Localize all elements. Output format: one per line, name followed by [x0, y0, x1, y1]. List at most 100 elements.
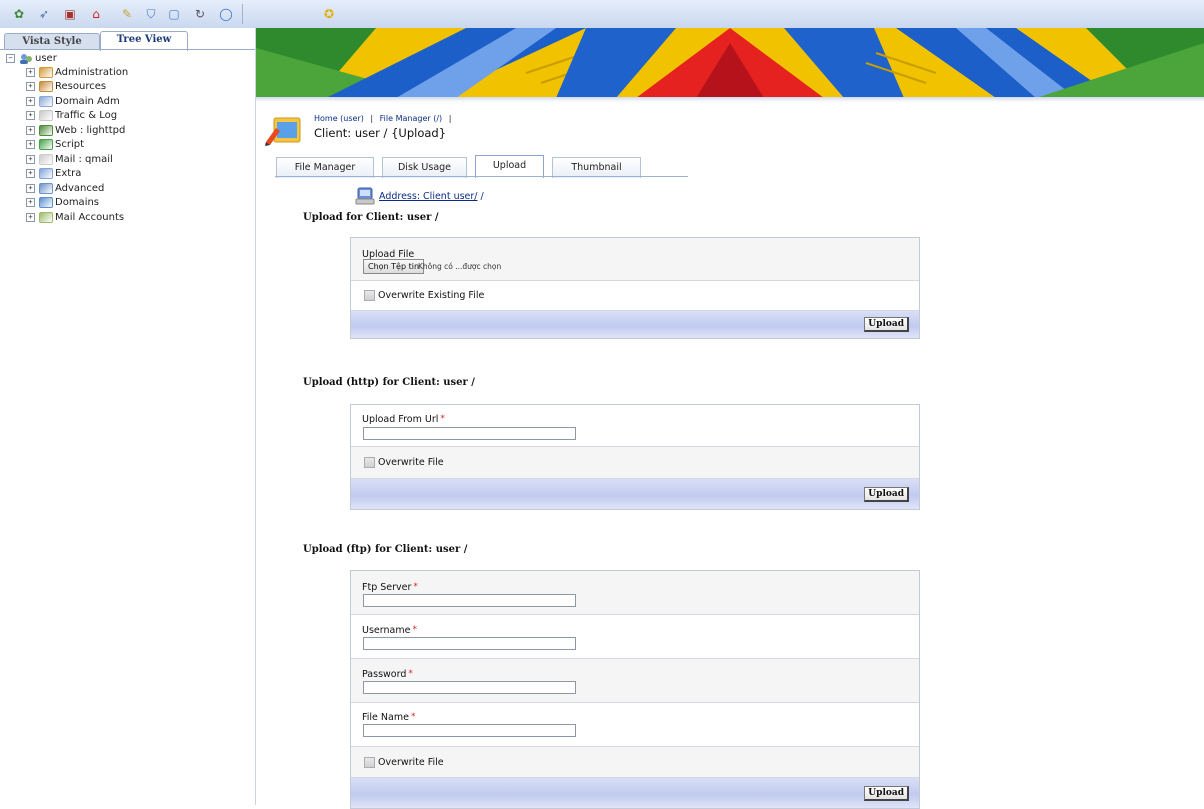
upload-url-label: Upload From Url * — [362, 414, 445, 425]
expand-icon[interactable]: + — [26, 125, 35, 135]
lock-icon[interactable]: ▣ — [61, 5, 79, 23]
advanced-icon — [39, 182, 53, 194]
breadcrumb-links: Home (user) | File Manager (/) | — [314, 114, 451, 123]
expand-icon[interactable]: + — [26, 154, 35, 164]
sidebar-item[interactable]: + Script — [6, 138, 251, 153]
overwrite-ftp-row: Overwrite File — [351, 747, 919, 778]
upload-http-submit-row: Upload — [351, 479, 919, 509]
ftp-server-label: Ftp Server * — [362, 582, 418, 593]
people-icon — [39, 66, 53, 78]
refresh-icon[interactable]: ↻ — [191, 5, 209, 23]
document-icon — [39, 110, 53, 122]
top-toolbar: ✿ ➶ ▣ ⌂ ✎ ⛉ ▢ ↻ ◯ ✪ — [0, 0, 1204, 29]
sidebar-item[interactable]: + Domain Adm — [6, 94, 251, 109]
toolbar-separator — [242, 4, 243, 24]
tab-bar: File Manager Disk Usage Upload Thumbnail — [275, 155, 695, 178]
expand-icon[interactable]: + — [26, 67, 35, 77]
upload-url-row: Upload From Url * — [351, 405, 919, 447]
overwrite-http-label: Overwrite File — [378, 457, 444, 468]
address-row: Address: Client user/ / — [355, 187, 484, 205]
upload-http-form: Upload From Url * Overwrite File Upload — [350, 404, 920, 510]
ftp-filename-row: File Name * — [351, 703, 919, 747]
sidebar-item[interactable]: + Administration — [6, 65, 251, 80]
sidebar-item[interactable]: + Web : lighttpd — [6, 123, 251, 138]
choose-file-button[interactable]: Chọn Tệp tin — [363, 259, 425, 274]
expand-icon[interactable]: + — [26, 169, 35, 179]
mail-accounts-icon — [39, 211, 53, 223]
sidebar-item[interactable]: + Mail : qmail — [6, 152, 251, 167]
extra-icon — [39, 168, 53, 180]
expand-icon[interactable]: + — [26, 140, 35, 150]
globe-icon[interactable]: ◯ — [217, 5, 235, 23]
overwrite-ftp-checkbox[interactable] — [364, 756, 375, 768]
expand-icon[interactable]: + — [26, 183, 35, 193]
expand-icon[interactable]: + — [26, 82, 35, 92]
domains-icon — [39, 197, 53, 209]
tab-disk-usage[interactable]: Disk Usage — [382, 157, 467, 178]
ftp-filename-input[interactable] — [363, 724, 576, 737]
required-marker: * — [412, 625, 417, 635]
star-icon[interactable]: ✪ — [320, 5, 338, 23]
expand-icon[interactable]: + — [26, 212, 35, 222]
tree-root-label: user — [35, 53, 57, 64]
tab-file-manager[interactable]: File Manager — [276, 157, 374, 178]
monitor-icon[interactable]: ▢ — [165, 5, 183, 23]
tree-items: + Administration + Resources + Domain Adm + Tra… — [6, 65, 251, 225]
domain-icon — [39, 95, 53, 107]
ftp-username-input[interactable] — [363, 637, 576, 650]
upload-ftp-form: Ftp Server * Username * Password * File Nam… — [350, 570, 920, 809]
ftp-password-label: Password * — [362, 669, 413, 680]
tab-upload[interactable]: Upload — [475, 155, 544, 178]
upload-url-label-text: Upload From Url — [362, 414, 439, 425]
upload-url-input[interactable] — [363, 427, 576, 440]
bird-icon[interactable]: ➶ — [35, 5, 53, 23]
sidebar-item[interactable]: + Traffic & Log — [6, 109, 251, 124]
address-link[interactable]: Address: Client user/ — [379, 191, 478, 202]
tree-icon[interactable]: ✿ — [10, 5, 28, 23]
overwrite-existing-row: Overwrite Existing File — [351, 281, 919, 311]
upload-http-section-title: Upload (http) for Client: user / — [303, 377, 475, 388]
tab-tree-view[interactable]: Tree View — [100, 31, 188, 51]
sidebar-item[interactable]: + Resources — [6, 80, 251, 95]
ftp-server-row: Ftp Server * — [351, 571, 919, 615]
sidebar-item-label: Domains — [55, 197, 100, 209]
ftp-username-label-text: Username — [362, 625, 411, 636]
ftp-password-input[interactable] — [363, 681, 576, 694]
expand-icon[interactable]: + — [26, 96, 35, 106]
sidebar-item[interactable]: + Extra — [6, 167, 251, 182]
overwrite-existing-label: Overwrite Existing File — [378, 290, 485, 301]
ftp-server-input[interactable] — [363, 594, 576, 607]
upload-ftp-section-title: Upload (ftp) for Client: user / — [303, 544, 468, 555]
sidebar-item[interactable]: + Advanced — [6, 181, 251, 196]
ftp-filename-label: File Name * — [362, 712, 415, 723]
upload-http-button[interactable]: Upload — [864, 487, 909, 502]
upload-ftp-button[interactable]: Upload — [864, 786, 909, 801]
shield-icon[interactable]: ⛉ — [142, 5, 160, 23]
required-marker: * — [440, 414, 445, 424]
address-suffix: / — [480, 190, 484, 202]
tab-vista-style[interactable]: Vista Style — [4, 33, 100, 50]
required-marker: * — [410, 712, 416, 722]
collapse-icon[interactable]: − — [6, 54, 15, 63]
sidebar-item-label: Traffic & Log — [55, 110, 118, 122]
sidebar-item-label: Advanced — [55, 182, 105, 194]
home-icon[interactable]: ⌂ — [87, 5, 105, 23]
pin-icon[interactable]: ✎ — [118, 5, 136, 23]
sidebar-item[interactable]: + Mail Accounts — [6, 210, 251, 225]
tree-root[interactable]: − user — [6, 52, 251, 65]
expand-icon[interactable]: + — [26, 111, 35, 121]
overwrite-existing-checkbox[interactable] — [364, 290, 375, 301]
breadcrumb-home-link[interactable]: Home (user) — [314, 114, 364, 123]
overwrite-http-checkbox[interactable] — [364, 457, 375, 468]
tab-thumbnail[interactable]: Thumbnail — [552, 157, 641, 178]
breadcrumb-file-manager-link[interactable]: File Manager (/) — [380, 114, 442, 123]
server-icon — [355, 187, 375, 205]
script-icon — [39, 139, 53, 151]
ftp-filename-label-text: File Name — [362, 712, 409, 723]
header-banner — [256, 28, 1204, 98]
upload-ftp-submit-row: Upload — [351, 778, 919, 808]
expand-icon[interactable]: + — [26, 198, 35, 208]
sidebar-item[interactable]: + Domains — [6, 196, 251, 211]
upload-file-button[interactable]: Upload — [864, 317, 909, 332]
sidebar-item-label: Mail Accounts — [55, 211, 125, 223]
